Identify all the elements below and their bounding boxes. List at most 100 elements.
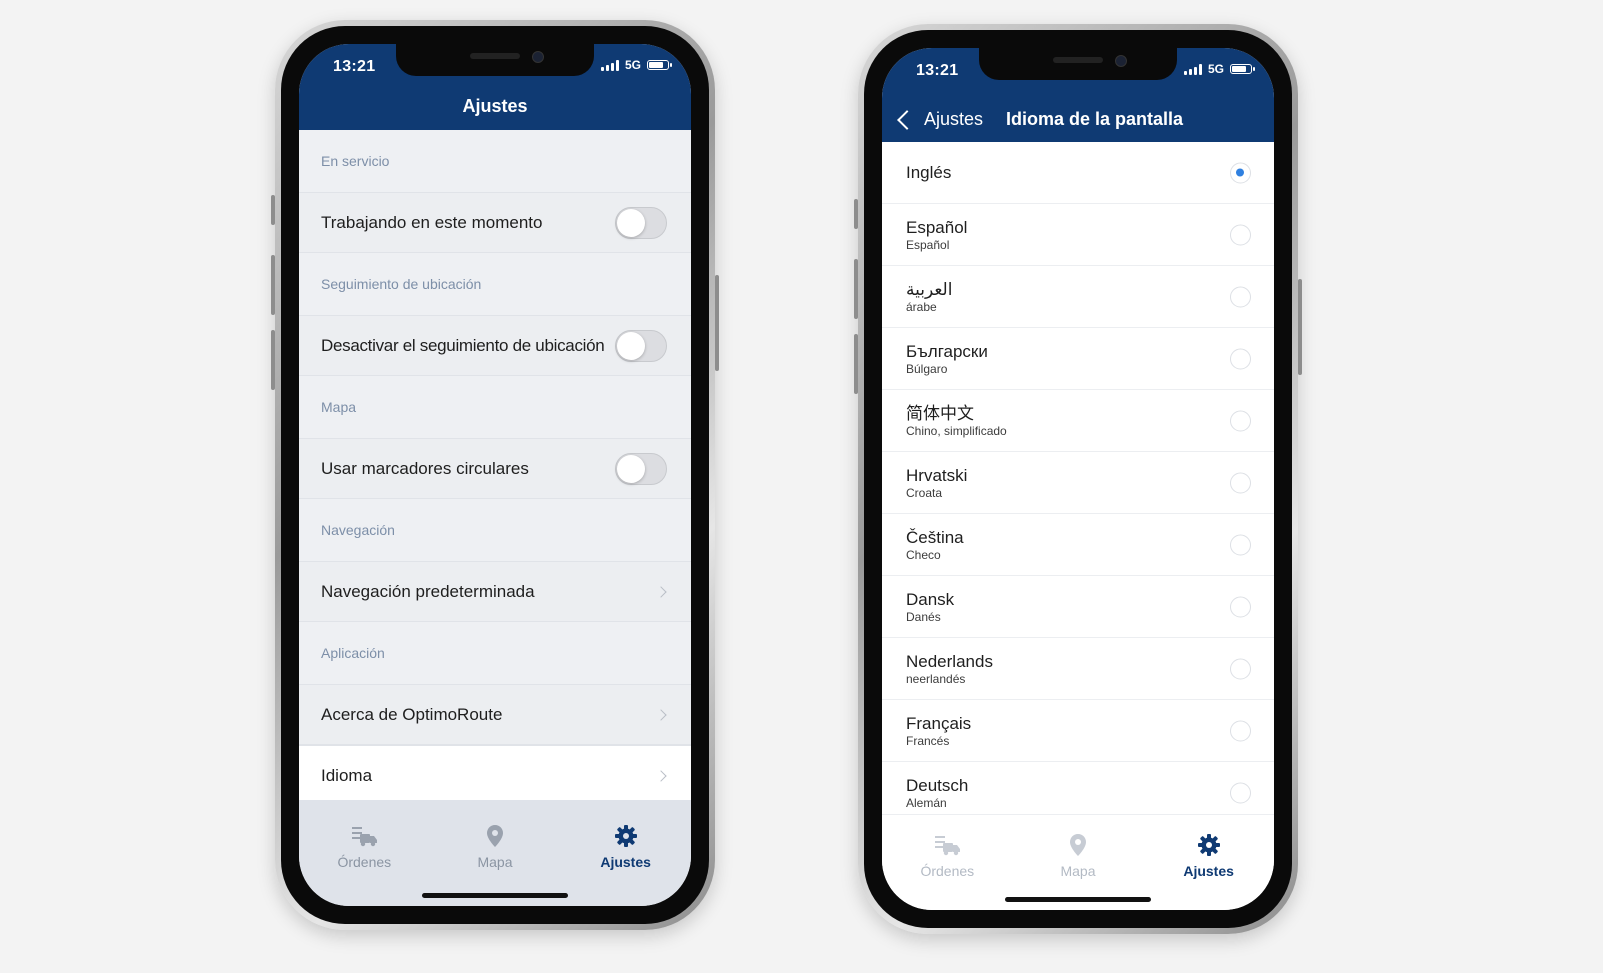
disable-tracking-label: Desactivar el seguimiento de ubicación <box>321 335 605 355</box>
language-subtitle: Alemán <box>906 795 947 810</box>
signal-icon <box>1183 63 1202 75</box>
page-title: Ajustes <box>462 96 528 116</box>
tab-orders-label: Órdenes <box>337 854 392 870</box>
network-label: 5G <box>1207 62 1224 76</box>
language-radio[interactable] <box>1230 162 1251 183</box>
tab-orders[interactable]: Órdenes <box>887 833 1007 879</box>
gear-icon <box>614 825 637 847</box>
battery-icon <box>1230 64 1255 74</box>
language-option[interactable]: العربية árabe <box>882 266 1274 328</box>
section-header-service: En servicio <box>299 130 691 192</box>
language-radio[interactable] <box>1230 658 1251 679</box>
section-header-navigation: Navegación <box>299 499 691 561</box>
volume-down-button <box>271 330 275 390</box>
working-now-toggle[interactable] <box>615 207 667 239</box>
language-radio[interactable] <box>1230 782 1251 803</box>
section-header-location: Seguimiento de ubicación <box>299 253 691 315</box>
notch <box>396 44 594 76</box>
chevron-right-icon <box>655 769 667 782</box>
status-time: 13:21 <box>333 58 376 75</box>
tab-map[interactable]: Mapa <box>1018 833 1138 879</box>
tab-settings[interactable]: Ajustes <box>566 824 686 870</box>
section-header-application: Aplicación <box>299 622 691 684</box>
language-name: Hrvatski <box>906 465 968 485</box>
side-button <box>854 199 858 229</box>
working-now-label: Trabajando en este momento <box>321 212 543 232</box>
circular-markers-row[interactable]: Usar marcadores circulares <box>299 438 691 499</box>
tab-settings[interactable]: Ajustes <box>1149 833 1269 879</box>
language-screen: 13:21 5G Ajustes Idioma de la pantalla I… <box>882 48 1274 910</box>
map-pin-icon <box>1069 834 1086 856</box>
right-phone: 13:21 5G Ajustes Idioma de la pantalla I… <box>854 24 1302 934</box>
language-name: Dansk <box>906 589 955 609</box>
chevron-left-icon <box>897 109 917 130</box>
language-option[interactable]: Español Español <box>882 204 1274 266</box>
language-option[interactable]: Hrvatski Croata <box>882 452 1274 514</box>
language-option[interactable]: Inglés <box>882 142 1274 204</box>
home-indicator[interactable] <box>1005 897 1151 902</box>
tab-settings-label: Ajustes <box>1183 863 1234 879</box>
disable-tracking-row[interactable]: Desactivar el seguimiento de ubicación <box>299 315 691 376</box>
about-label: Acerca de OptimoRoute <box>321 704 503 724</box>
language-subtitle: Checo <box>906 547 941 562</box>
settings-screen: 13:21 5G Ajustes En servicio Trabajando … <box>299 44 691 906</box>
tab-map[interactable]: Mapa <box>435 824 555 870</box>
battery-icon <box>647 60 672 70</box>
language-option[interactable]: Français Francés <box>882 700 1274 762</box>
chevron-right-icon <box>655 585 667 598</box>
language-radio[interactable] <box>1230 286 1251 307</box>
chevron-right-icon <box>655 708 667 721</box>
volume-up-button <box>271 255 275 315</box>
network-label: 5G <box>624 58 641 72</box>
language-label: Idioma <box>321 765 373 785</box>
language-option[interactable]: Dansk Danés <box>882 576 1274 638</box>
language-subtitle: Danés <box>906 609 941 624</box>
language-radio[interactable] <box>1230 720 1251 741</box>
language-option[interactable]: 简体中文 Chino, simplificado <box>882 390 1274 452</box>
working-now-row[interactable]: Trabajando en este momento <box>299 192 691 253</box>
language-option[interactable]: Čeština Checo <box>882 514 1274 576</box>
language-radio[interactable] <box>1230 224 1251 245</box>
language-subtitle: Francés <box>906 733 950 748</box>
language-name: Български <box>906 341 988 361</box>
gear-icon <box>1197 834 1220 856</box>
language-row[interactable]: Idioma <box>299 745 691 806</box>
tab-map-label: Mapa <box>477 854 513 870</box>
volume-down-button <box>854 334 858 394</box>
circular-markers-toggle[interactable] <box>615 453 667 485</box>
bezel: 13:21 5G Ajustes Idioma de la pantalla I… <box>864 30 1292 928</box>
language-name: Français <box>906 713 972 733</box>
language-radio[interactable] <box>1230 410 1251 431</box>
circular-markers-label: Usar marcadores circulares <box>321 458 529 478</box>
signal-icon <box>600 59 619 71</box>
language-radio[interactable] <box>1230 534 1251 555</box>
language-subtitle: Chino, simplificado <box>906 423 1007 438</box>
home-indicator[interactable] <box>422 893 568 898</box>
language-option[interactable]: Nederlands neerlandés <box>882 638 1274 700</box>
about-row[interactable]: Acerca de OptimoRoute <box>299 684 691 745</box>
default-navigation-label: Navegación predeterminada <box>321 581 535 601</box>
language-subtitle: Búlgaro <box>906 361 948 376</box>
language-radio[interactable] <box>1230 472 1251 493</box>
default-navigation-row[interactable]: Navegación predeterminada <box>299 561 691 622</box>
language-radio[interactable] <box>1230 596 1251 617</box>
section-header-map: Mapa <box>299 376 691 438</box>
tab-orders[interactable]: Órdenes <box>304 824 424 870</box>
language-name: Čeština <box>906 527 964 547</box>
orders-icon <box>935 836 961 856</box>
language-name: العربية <box>906 279 953 299</box>
language-option[interactable]: Български Búlgaro <box>882 328 1274 390</box>
language-subtitle: Español <box>906 237 950 252</box>
page-title: Idioma de la pantalla <box>1006 109 1184 129</box>
language-radio[interactable] <box>1230 348 1251 369</box>
volume-up-button <box>854 259 858 319</box>
language-name: Deutsch <box>906 775 969 795</box>
left-phone: 13:21 5G Ajustes En servicio Trabajando … <box>271 20 719 930</box>
tab-orders-label: Órdenes <box>920 863 975 879</box>
power-button <box>715 275 719 371</box>
side-button <box>271 195 275 225</box>
disable-tracking-toggle[interactable] <box>615 330 667 362</box>
tab-settings-label: Ajustes <box>600 854 651 870</box>
back-button[interactable]: Ajustes <box>894 109 983 130</box>
language-name: Inglés <box>906 163 952 182</box>
